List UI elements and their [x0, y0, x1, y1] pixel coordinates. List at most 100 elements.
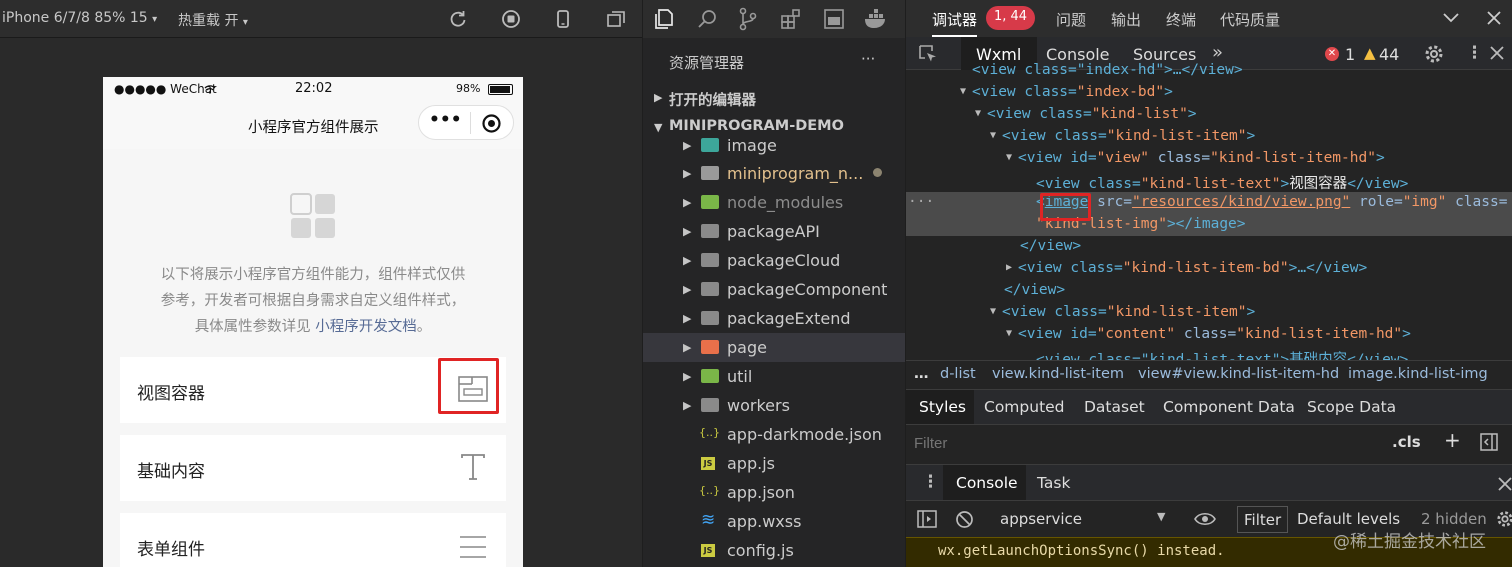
hot-reload-select[interactable]: 热重载 开 ▾ [178, 10, 248, 30]
tab-computed[interactable]: Computed [984, 398, 1065, 416]
tab-drawer-console[interactable]: Console [956, 474, 1018, 492]
source-control-icon[interactable] [737, 7, 759, 31]
folder-icon [701, 282, 719, 296]
tree-item-package-cloud[interactable]: ▶ packageCloud [643, 246, 905, 275]
dom-line[interactable]: <view class="index-hd">…</view> [906, 62, 1512, 82]
close-miniprogram-icon[interactable] [481, 113, 502, 134]
inspect-element-icon[interactable] [918, 44, 938, 64]
tab-component-data[interactable]: Component Data [1163, 398, 1295, 416]
chevron-down-icon[interactable]: ▼ [1157, 510, 1165, 523]
close-devtools-icon[interactable] [1490, 46, 1504, 60]
drawer-menu-icon[interactable]: ⋮ [922, 472, 939, 492]
open-editors-section[interactable]: ▶ 打开的编辑器 [643, 86, 905, 111]
clear-console-icon[interactable] [955, 510, 974, 529]
gear-icon[interactable] [1424, 44, 1444, 64]
tree-item-image[interactable]: ▶ image [643, 137, 905, 160]
dom-line[interactable]: ▼ <view class="kind-list"> [906, 104, 1512, 126]
dom-line[interactable]: ▼ <view class="index-bd"> [906, 82, 1512, 104]
preview-image-icon[interactable] [823, 8, 845, 30]
tree-item-util[interactable]: ▶ util [643, 362, 905, 391]
tree-item-page[interactable]: ▶ page [643, 333, 905, 362]
add-style-button[interactable]: + [1444, 428, 1461, 452]
breadcrumb: … d-list view.kind-list-item view#view.k… [906, 360, 1512, 389]
console-filter-input[interactable]: Filter [1237, 506, 1289, 533]
menu-capsule[interactable]: ••• [418, 105, 514, 140]
tree-item-app-darkmode-json[interactable]: {..} app-darkmode.json [643, 420, 905, 449]
search-icon[interactable] [697, 8, 719, 30]
expand-arrow-icon[interactable]: ▼ [1006, 328, 1012, 339]
toggle-sidebar-icon[interactable] [1480, 433, 1498, 451]
console-settings-icon[interactable] [1496, 510, 1512, 528]
tree-item-node-modules[interactable]: ▶ node_modules [643, 188, 905, 217]
tree-item-package-extend[interactable]: ▶ packageExtend [643, 304, 905, 333]
close-icon[interactable] [1486, 10, 1502, 26]
dom-line[interactable]: </view> [906, 280, 1512, 302]
dom-line[interactable]: ▼ <view id="view" class="kind-list-item-… [906, 148, 1512, 170]
explorer-more-icon[interactable]: ··· [861, 50, 875, 68]
dom-line[interactable]: ▶ <view class="kind-list-item-bd">…</vie… [906, 258, 1512, 280]
cls-button[interactable]: .cls [1392, 433, 1421, 451]
expand-arrow-icon[interactable]: ▼ [990, 130, 996, 141]
tree-item-package-component[interactable]: ▶ packageComponent [643, 275, 905, 304]
files-icon[interactable] [653, 8, 675, 30]
tab-output[interactable]: 输出 [1111, 9, 1141, 30]
tree-item-app-js[interactable]: JS app.js [643, 449, 905, 478]
breadcrumb-item[interactable]: … [914, 366, 929, 382]
dom-line-selected[interactable]: ··· <image src="resources/kind/view.png"… [906, 192, 1512, 236]
breadcrumb-item[interactable]: image.kind-list-img [1348, 366, 1488, 382]
expand-arrow-icon[interactable]: ▼ [990, 306, 996, 317]
tab-terminal[interactable]: 终端 [1166, 9, 1196, 30]
breadcrumb-item[interactable]: d-list [940, 366, 976, 382]
tree-item-miniprogram-npm[interactable]: ▶ miniprogram_n... [643, 159, 905, 188]
tree-item-app-wxss[interactable]: ≋ app.wxss [643, 507, 905, 536]
breadcrumb-item[interactable]: view.kind-list-item [992, 366, 1124, 382]
tab-styles[interactable]: Styles [919, 398, 966, 416]
card-basic-content[interactable]: 基础内容 [120, 435, 506, 501]
docker-icon[interactable] [863, 8, 889, 30]
card-form-components[interactable]: 表单组件 [120, 513, 506, 567]
dom-line[interactable]: ▼ <view class="kind-list-item"> [906, 302, 1512, 324]
expand-arrow-icon[interactable]: ▼ [960, 86, 966, 97]
close-drawer-icon[interactable] [1498, 477, 1512, 491]
context-select[interactable]: appservice [1000, 510, 1082, 528]
extensions-icon[interactable] [780, 8, 802, 30]
dom-line[interactable]: <view class="kind-list-text">视图容器</view> [906, 170, 1512, 192]
ellipsis-icon[interactable]: ··· [908, 194, 934, 210]
phone-icon[interactable] [553, 9, 573, 29]
tree-item-workers[interactable]: ▶ workers [643, 391, 905, 420]
refresh-icon[interactable] [448, 9, 468, 29]
tab-dataset[interactable]: Dataset [1084, 398, 1145, 416]
kebab-menu-icon[interactable]: ⋮ [1466, 43, 1483, 63]
show-sidebar-icon[interactable] [917, 510, 937, 528]
dom-line[interactable]: ▼ <view class="kind-list-item"> [906, 126, 1512, 148]
dom-line[interactable]: ▼ <view id="content" class="kind-list-it… [906, 324, 1512, 346]
breadcrumb-item[interactable]: view#view.kind-list-item-hd [1138, 366, 1339, 382]
tab-task[interactable]: Task [1037, 474, 1070, 492]
tree-item-app-json[interactable]: {..} app.json [643, 478, 905, 507]
detach-window-icon[interactable] [606, 9, 626, 29]
device-select[interactable]: iPhone 6/7/8 85% 15 ▾ [2, 10, 157, 26]
chevron-right-icon: ▶ [683, 399, 692, 412]
styles-filter-input[interactable] [914, 432, 1214, 454]
tab-debugger[interactable]: 调试器 [932, 9, 978, 37]
dom-line[interactable]: <view class="kind-list-text">基础内容</view> [906, 346, 1512, 360]
tab-scope-data[interactable]: Scope Data [1307, 398, 1396, 416]
collapse-arrow-icon[interactable]: ▶ [1006, 262, 1012, 273]
eye-icon[interactable] [1194, 511, 1216, 527]
tab-code-quality[interactable]: 代码质量 [1220, 9, 1280, 30]
expand-arrow-icon[interactable]: ▼ [1006, 152, 1012, 163]
stop-icon[interactable] [501, 9, 521, 29]
wxml-tree: <view class="index-hd">…</view> ▼ <view … [906, 62, 1512, 360]
dev-docs-link[interactable]: 小程序开发文档 [315, 319, 417, 335]
chevron-down-icon[interactable] [1443, 13, 1459, 23]
expand-arrow-icon[interactable]: ▼ [975, 108, 981, 119]
json-file-icon: {..} [699, 426, 720, 439]
tab-problems[interactable]: 问题 [1056, 9, 1086, 30]
more-tabs-icon[interactable]: » [1212, 42, 1223, 63]
debugger-panel: 调试器 1, 44 问题 输出 终端 代码质量 Wxml Console Sou… [906, 0, 1512, 567]
tree-item-package-api[interactable]: ▶ packageAPI [643, 217, 905, 246]
log-levels-select[interactable]: Default levels [1297, 510, 1400, 528]
tree-item-config-js[interactable]: JS config.js [643, 536, 905, 565]
dom-line[interactable]: </view> [906, 236, 1512, 258]
more-dots-icon[interactable]: ••• [429, 110, 462, 130]
